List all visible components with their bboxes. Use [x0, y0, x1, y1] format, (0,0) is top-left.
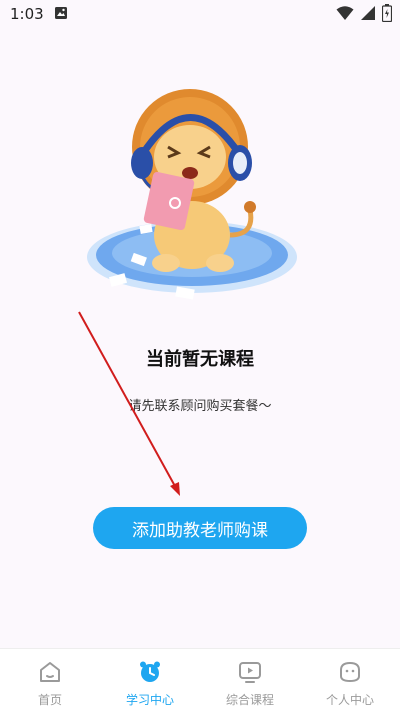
tab-home-label: 首页 — [37, 693, 62, 707]
home-icon — [37, 659, 63, 685]
empty-state-subtitle: 请先联系顾问购买套餐～ — [128, 399, 272, 414]
bottom-tab-bar: 首页 学习中心 综合课程 个人中心 — [0, 648, 400, 711]
cell-signal-icon — [360, 5, 376, 25]
tab-learning-center[interactable]: 学习中心 — [100, 649, 200, 711]
tab-profile-label: 个人中心 — [325, 693, 374, 707]
status-time: 1:03 — [10, 5, 44, 23]
status-bar: 1:03 — [0, 0, 400, 28]
tab-profile[interactable]: 个人中心 — [300, 649, 400, 711]
wifi-icon — [336, 5, 354, 25]
tab-home[interactable]: 首页 — [0, 649, 100, 711]
profile-icon — [337, 659, 363, 685]
alarm-clock-icon — [137, 659, 163, 685]
add-assistant-teacher-button[interactable]: 添加助教老师购课 — [93, 507, 307, 549]
tab-learning-center-label: 学习中心 — [125, 693, 174, 707]
tab-courses-label: 综合课程 — [225, 693, 274, 707]
empty-state-title: 当前暂无课程 — [146, 349, 254, 370]
empty-state-illustration — [80, 85, 320, 310]
image-notification-icon — [54, 5, 68, 24]
tab-courses[interactable]: 综合课程 — [200, 649, 300, 711]
tv-icon — [237, 659, 263, 685]
battery-icon — [381, 4, 393, 26]
